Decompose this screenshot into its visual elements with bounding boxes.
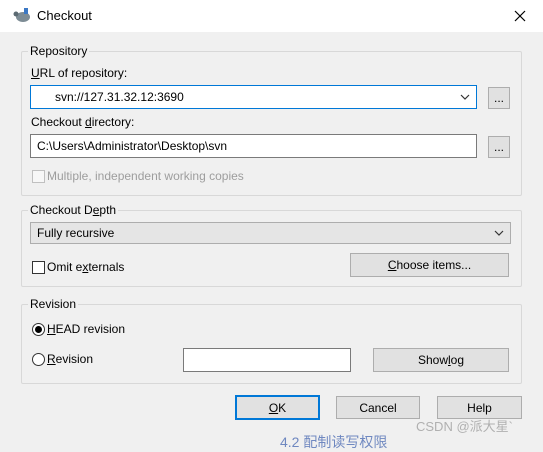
cancel-button[interactable]: Cancel — [336, 396, 420, 419]
omit-externals-label: Omit externals — [47, 260, 125, 274]
depth-select[interactable]: Fully recursive — [30, 222, 511, 244]
multiple-working-copies-checkbox[interactable] — [32, 170, 45, 183]
url-combobox[interactable]: svn://127.31.32.12:3690 — [30, 85, 477, 109]
revision-number-field[interactable] — [183, 348, 351, 372]
close-icon — [514, 10, 526, 22]
background-heading: 4.2 配制读写权限 — [280, 434, 388, 450]
chevron-down-icon — [494, 230, 504, 236]
multiple-working-copies-label: Multiple, independent working copies — [47, 169, 244, 183]
revision-radio[interactable] — [32, 353, 45, 366]
browse-dir-button[interactable]: ... — [488, 136, 510, 158]
watermark: CSDN @派大星` — [416, 419, 513, 434]
url-label: URL of repository: — [31, 66, 128, 80]
show-log-button[interactable]: Show l og — [373, 348, 509, 372]
window-title: Checkout — [37, 8, 92, 23]
url-value: svn://127.31.32.12:3690 — [55, 90, 184, 104]
chevron-down-icon[interactable] — [460, 94, 470, 101]
revision-label: Revision — [47, 352, 94, 366]
ok-button[interactable]: OK — [235, 395, 320, 420]
close-button[interactable] — [507, 4, 533, 28]
svn-turtle-icon — [12, 7, 34, 25]
head-revision-label: HEAD revision — [47, 322, 126, 336]
omit-externals-checkbox[interactable] — [32, 261, 45, 274]
browse-url-button[interactable]: ... — [488, 87, 510, 109]
checkout-depth-group-label: Checkout Depth — [28, 203, 119, 217]
choose-items-button[interactable]: Choose items... — [350, 253, 509, 277]
revision-group — [21, 304, 522, 384]
depth-selected-value: Fully recursive — [37, 226, 115, 240]
checkout-dir-value: C:\Users\Administrator\Desktop\svn — [37, 139, 228, 153]
revision-group-label: Revision — [28, 297, 79, 311]
checkout-dir-field[interactable]: C:\Users\Administrator\Desktop\svn — [30, 134, 477, 158]
checkout-dir-label: Checkout directory: — [31, 115, 135, 129]
repository-group-label: Repository — [28, 44, 90, 58]
head-revision-radio[interactable] — [32, 323, 45, 336]
